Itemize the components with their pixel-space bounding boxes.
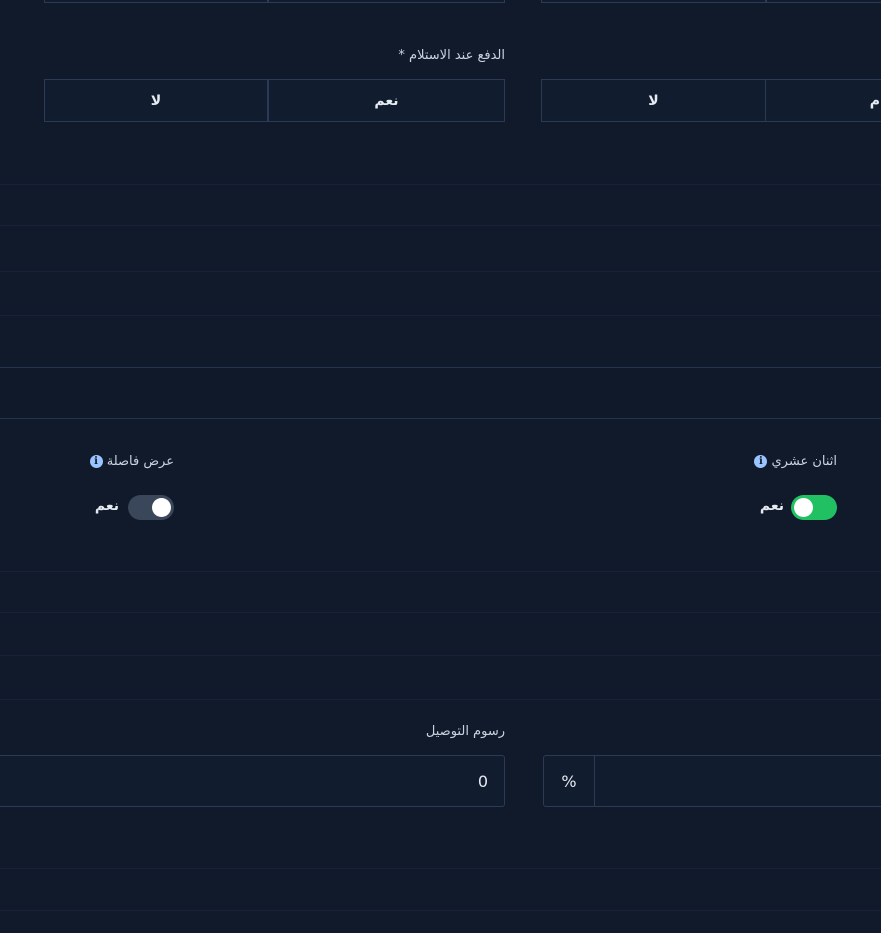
required-mark: *	[398, 48, 405, 63]
top-input-mid[interactable]	[268, 0, 505, 3]
row-divider	[0, 910, 881, 911]
top-input-right-a[interactable]	[541, 0, 766, 3]
info-icon[interactable]: i	[89, 455, 103, 468]
row-divider	[0, 655, 881, 656]
comma-label-text: عرض فاصلة	[106, 454, 174, 469]
second-option-yes-text: م	[869, 92, 880, 109]
row-divider	[0, 271, 881, 272]
comma-toggle[interactable]	[128, 495, 174, 520]
second-option-yes[interactable]: م	[765, 79, 881, 122]
toggle-knob	[152, 498, 171, 517]
decimal-label: اثنان عشري i	[749, 454, 837, 469]
top-input-right-b[interactable]	[766, 0, 881, 3]
percent-input[interactable]	[595, 755, 881, 807]
delivery-fee-input[interactable]	[0, 755, 505, 807]
cod-option-yes[interactable]: نعم	[268, 79, 505, 122]
row-divider	[0, 699, 881, 700]
row-divider	[0, 315, 881, 316]
decimal-toggle[interactable]	[791, 495, 837, 520]
percent-addon: %	[543, 755, 595, 807]
comma-state-text: نعم	[94, 498, 119, 514]
top-input-left[interactable]	[44, 0, 268, 3]
cod-label-text: الدفع عند الاستلام	[409, 48, 505, 63]
decimal-state-text: نعم	[759, 498, 784, 514]
second-option-no[interactable]: لا	[541, 79, 766, 122]
cod-label: الدفع عند الاستلام *	[394, 48, 505, 63]
decimal-label-text: اثنان عشري	[771, 454, 838, 469]
delivery-fee-label: رسوم التوصيل	[425, 724, 505, 739]
cod-option-no[interactable]: لا	[44, 79, 268, 122]
section-header-band	[0, 368, 881, 418]
toggle-knob	[794, 498, 813, 517]
row-divider	[0, 868, 881, 869]
section-divider-bottom	[0, 418, 881, 419]
info-icon[interactable]: i	[754, 455, 768, 468]
row-divider	[0, 184, 881, 185]
comma-label: عرض فاصلة i	[85, 454, 174, 469]
row-divider	[0, 571, 881, 572]
row-divider	[0, 225, 881, 226]
row-divider	[0, 612, 881, 613]
